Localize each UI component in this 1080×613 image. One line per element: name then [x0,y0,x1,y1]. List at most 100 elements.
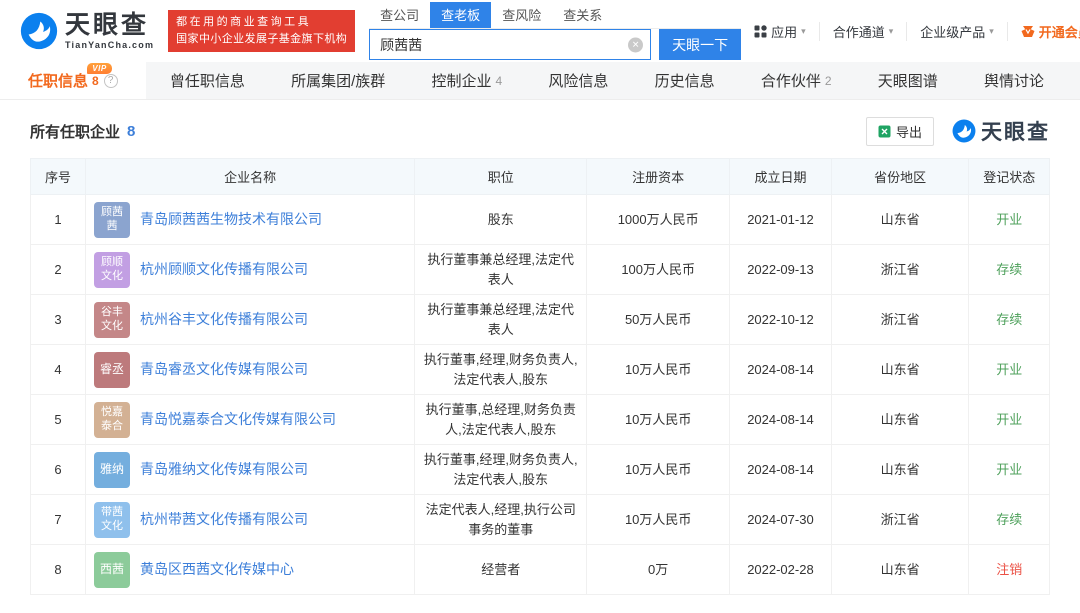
company-avatar[interactable]: 睿丞 [94,352,130,388]
tab-label: 天眼图谱 [878,70,938,91]
status-cell: 存续 [969,495,1050,545]
search-button[interactable]: 天眼一下 [659,29,741,60]
company-link[interactable]: 青岛悦嘉泰合文化传媒有限公司 [140,409,336,430]
watermark-logo: 天眼查 [952,116,1050,146]
company-cell: 睿丞青岛睿丞文化传媒有限公司 [86,345,415,395]
company-link[interactable]: 黄岛区西茜文化传媒中心 [140,559,294,580]
nav-item[interactable]: 企业级产品▾ [906,22,1007,41]
province-cell: 山东省 [831,195,969,245]
nav-item[interactable]: 应用 ▾ [741,22,819,41]
capital-cell: 10万人民币 [587,445,730,495]
search-tab[interactable]: 查风险 [491,2,552,28]
province-cell: 浙江省 [831,495,969,545]
company-link[interactable]: 杭州谷丰文化传播有限公司 [140,309,308,330]
date-cell: 2022-02-28 [730,545,832,595]
status-cell: 注销 [969,545,1050,595]
tianyancha-swirl-icon [20,12,58,50]
crown-icon [1021,25,1035,38]
status-cell: 开业 [969,395,1050,445]
company-link[interactable]: 杭州顾顺文化传播有限公司 [140,259,308,280]
company-cell: 谷丰文化杭州谷丰文化传播有限公司 [86,295,415,345]
status-badge: 存续 [996,312,1022,327]
company-link[interactable]: 杭州带茜文化传播有限公司 [140,509,308,530]
company-avatar[interactable]: 带茜文化 [94,502,130,538]
company-avatar[interactable]: 谷丰文化 [94,302,130,338]
tab-label: 所属集团/族群 [291,70,385,91]
row-number-cell: 8 [31,545,86,595]
search-tab[interactable]: 查公司 [369,2,430,28]
status-cell: 开业 [969,195,1050,245]
tab-所属集团/族群[interactable]: 所属集团/族群 [269,62,407,99]
company-cell: 顾顺文化杭州顾顺文化传播有限公司 [86,245,415,295]
company-cell: 西茜黄岛区西茜文化传媒中心 [86,545,415,595]
company-avatar[interactable]: 顾顺文化 [94,252,130,288]
brand-name: 天眼查 [65,13,154,38]
date-cell: 2022-10-12 [730,295,832,345]
nav-item[interactable]: 开通会员▾ [1007,22,1080,41]
position-cell: 执行董事兼总经理,法定代表人 [415,245,587,295]
tab-合作伙伴[interactable]: 合作伙伴2 [739,62,854,99]
tab-历史信息[interactable]: 历史信息 [633,62,737,99]
table-row: 7带茜文化杭州带茜文化传播有限公司法定代表人,经理,执行公司事务的董事10万人民… [31,495,1050,545]
table-row: 8西茜黄岛区西茜文化传媒中心经营者0万2022-02-28山东省注销 [31,545,1050,595]
company-link[interactable]: 青岛雅纳文化传媒有限公司 [140,459,308,480]
row-number-cell: 1 [31,195,86,245]
province-cell: 浙江省 [831,295,969,345]
company-avatar[interactable]: 雅纳 [94,452,130,488]
clear-icon[interactable]: ✕ [628,37,643,52]
company-cell: 雅纳青岛雅纳文化传媒有限公司 [86,445,415,495]
column-header: 登记状态 [969,159,1050,195]
province-cell: 山东省 [831,395,969,445]
apps-grid-icon [754,25,767,38]
nav-item[interactable]: 合作通道▾ [819,22,907,41]
tab-label: 控制企业 [432,70,492,91]
tab-控制企业[interactable]: 控制企业 4 [410,62,525,99]
position-cell: 股东 [415,195,587,245]
company-link[interactable]: 青岛顾茜茜生物技术有限公司 [140,209,322,230]
date-cell: 2024-07-30 [730,495,832,545]
position-cell: 执行董事,经理,财务负责人,法定代表人,股东 [415,445,587,495]
company-avatar[interactable]: 西茜 [94,552,130,588]
position-cell: 执行董事,总经理,财务负责人,法定代表人,股东 [415,395,587,445]
tab-任职信息[interactable]: 任职信息8?VIP [0,62,146,99]
search-input[interactable] [369,29,651,60]
top-header: 天眼查 TianYanCha.com 都在用的商业查询工具 国家中小企业发展子基… [0,0,1080,62]
row-number-cell: 7 [31,495,86,545]
search-tab[interactable]: 查关系 [552,2,613,28]
export-button[interactable]: 导出 [866,117,934,146]
status-badge: 注销 [996,562,1022,577]
table-header-row: 序号企业名称职位注册资本成立日期省份地区登记状态 [31,159,1050,195]
tab-count: 4 [496,74,503,88]
company-avatar[interactable]: 顾茜茜 [94,202,130,238]
status-cell: 开业 [969,345,1050,395]
company-avatar[interactable]: 悦嘉泰合 [94,402,130,438]
row-number-cell: 2 [31,245,86,295]
tab-天眼图谱[interactable]: 天眼图谱 [856,62,960,99]
slogan-line2: 国家中小企业发展子基金旗下机构 [176,31,347,48]
positions-table: 序号企业名称职位注册资本成立日期省份地区登记状态 1顾茜茜青岛顾茜茜生物技术有限… [30,158,1050,595]
table-row: 2顾顺文化杭州顾顺文化传播有限公司执行董事兼总经理,法定代表人100万人民币20… [31,245,1050,295]
help-icon[interactable]: ? [104,74,118,88]
table-row: 6雅纳青岛雅纳文化传媒有限公司执行董事,经理,财务负责人,法定代表人,股东10万… [31,445,1050,495]
watermark-brand: 天眼查 [981,116,1050,146]
company-cell: 悦嘉泰合青岛悦嘉泰合文化传媒有限公司 [86,395,415,445]
column-header: 省份地区 [831,159,969,195]
nav-item-label: 企业级产品 [920,22,985,41]
search-tab[interactable]: 查老板 [430,2,491,28]
tab-舆情讨论[interactable]: 舆情讨论 [962,62,1066,99]
chevron-down-icon: ▾ [889,26,894,37]
column-header: 成立日期 [730,159,832,195]
tianyancha-logo[interactable]: 天眼查 TianYanCha.com [20,12,154,50]
status-badge: 开业 [996,362,1022,377]
row-number-cell: 5 [31,395,86,445]
excel-file-icon [878,125,891,138]
nav-item-label: 应用 [771,22,797,41]
tab-曾任职信息[interactable]: 曾任职信息 [148,62,267,99]
tab-风险信息[interactable]: 风险信息 [526,62,630,99]
capital-cell: 0万 [587,545,730,595]
chevron-down-icon: ▾ [801,26,806,37]
company-link[interactable]: 青岛睿丞文化传媒有限公司 [140,359,308,380]
tab-label: 风险信息 [548,70,608,91]
nav-item-label: 开通会员 [1039,22,1080,41]
status-badge: 存续 [996,512,1022,527]
